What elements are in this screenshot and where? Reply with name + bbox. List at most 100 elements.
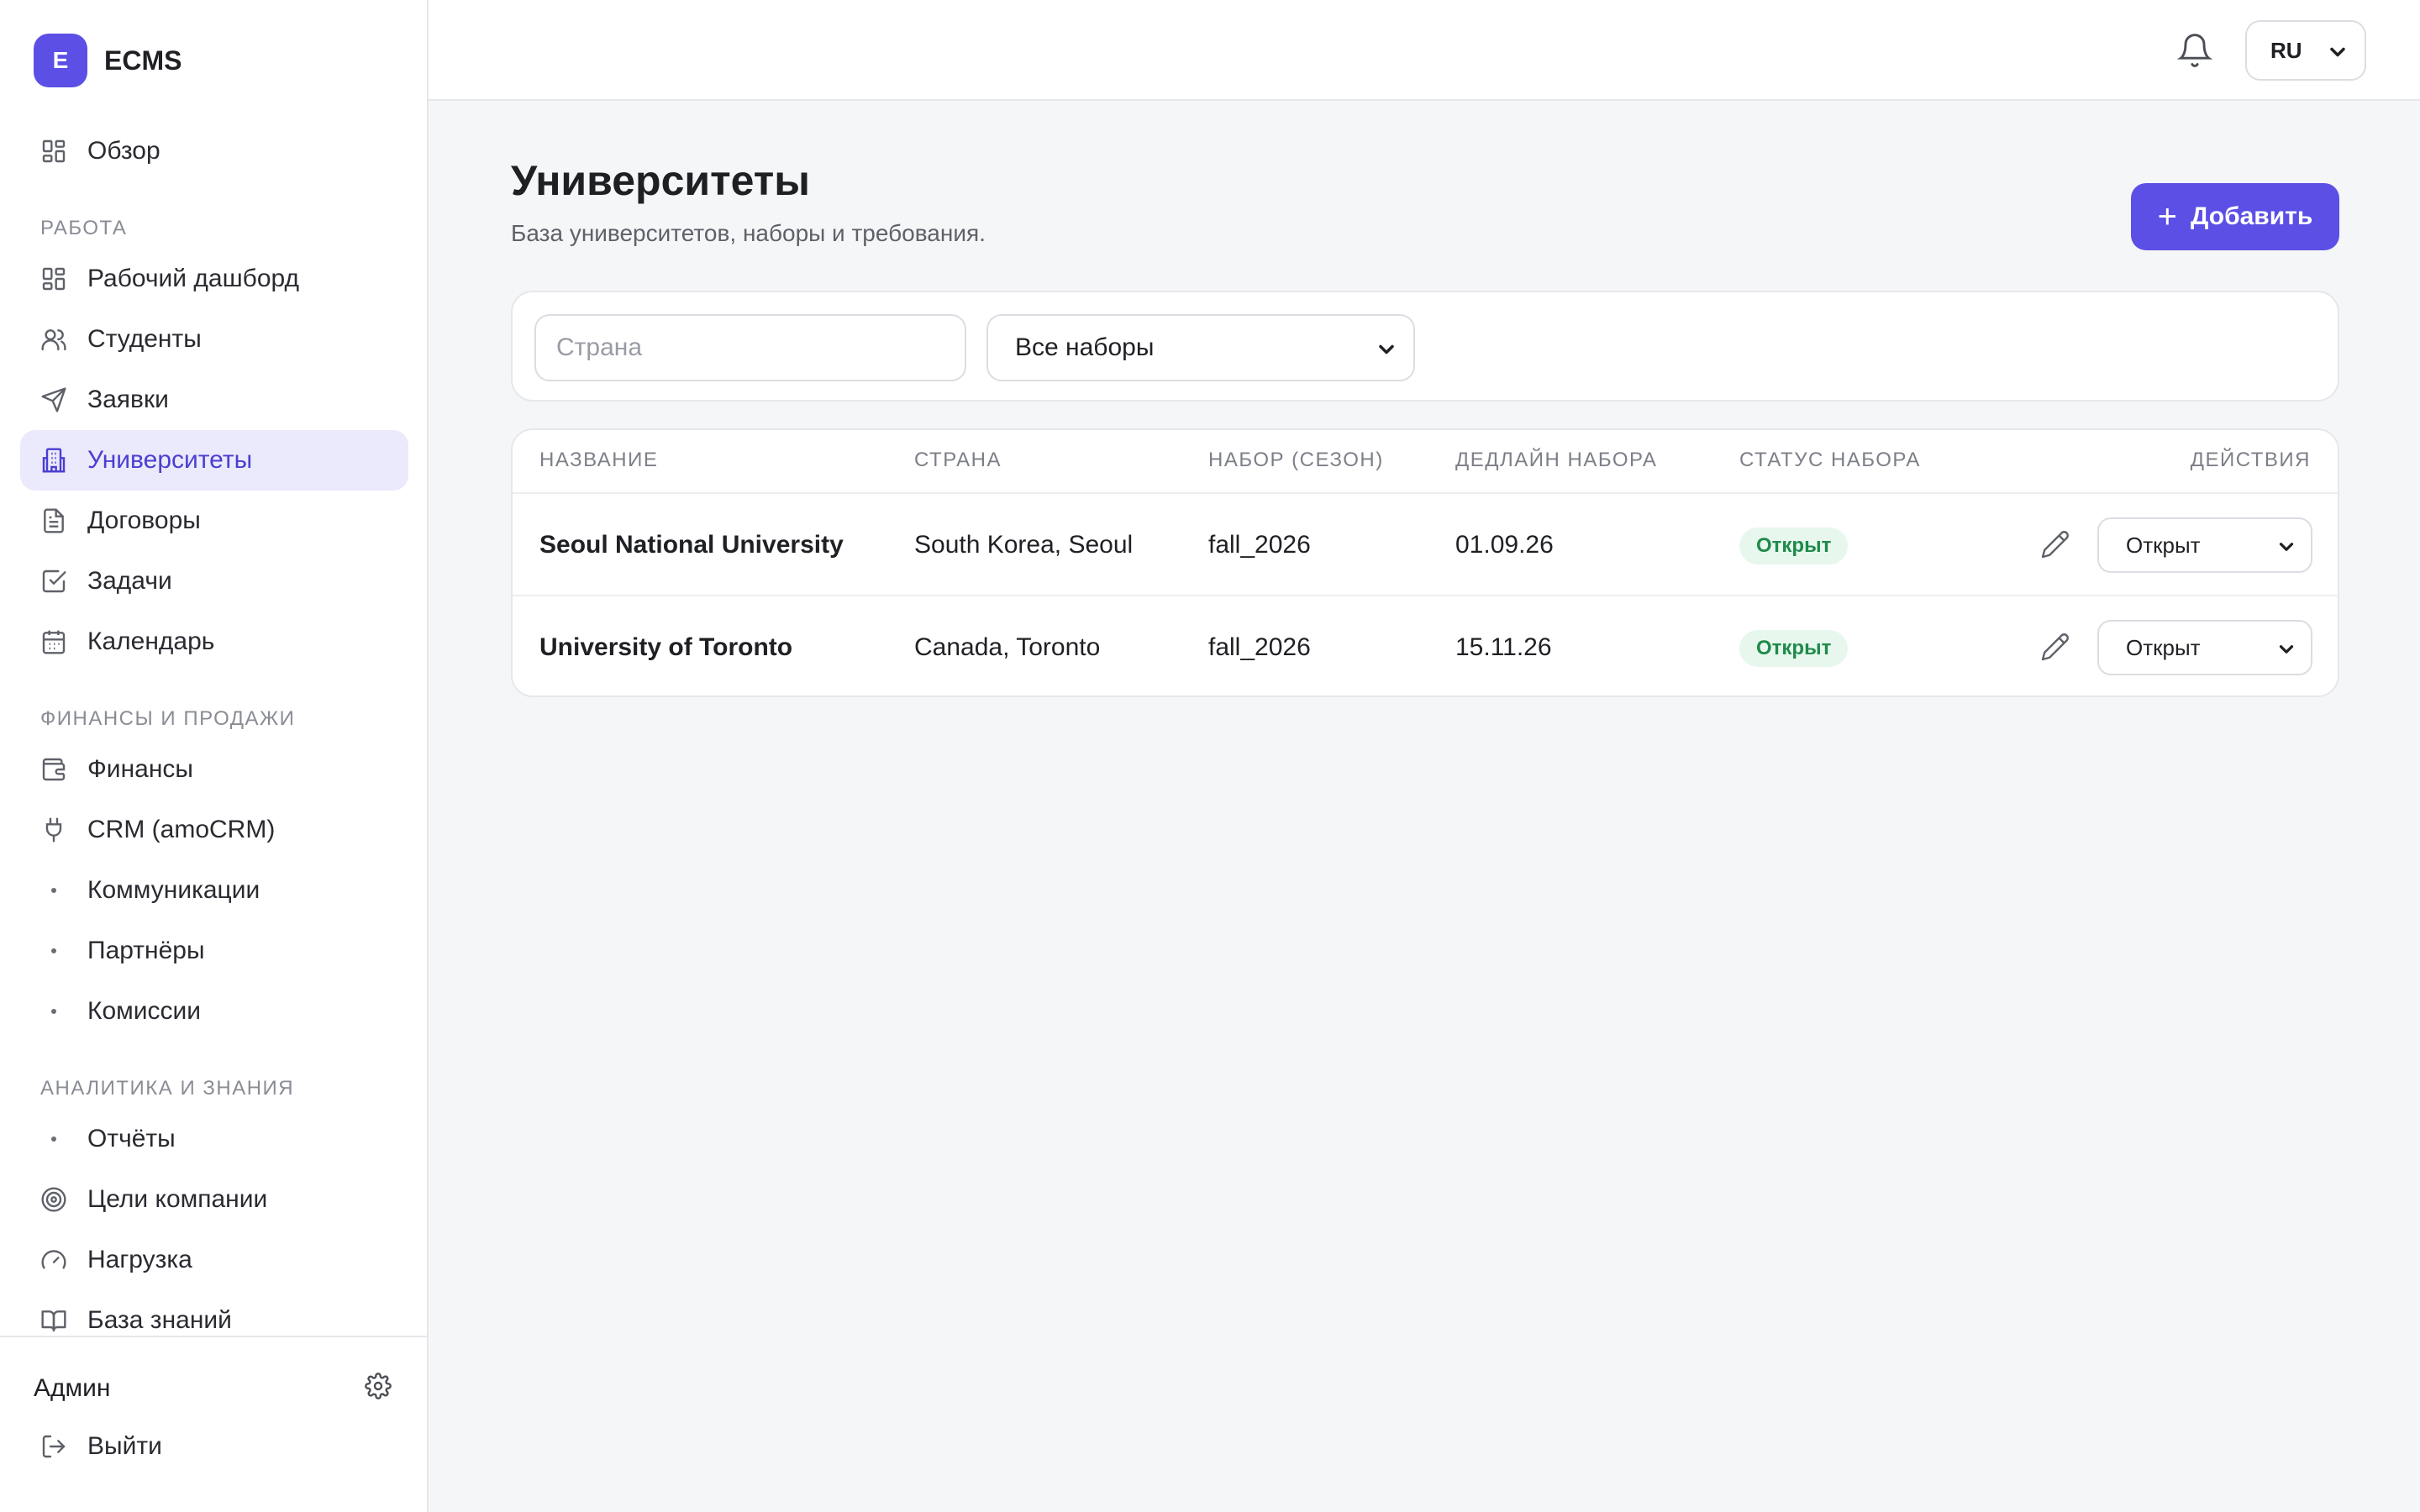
sidebar-item-label: Рабочий дашборд (87, 265, 300, 292)
sidebar-item-calendar[interactable]: Календарь (20, 612, 408, 672)
language-select[interactable]: RU (2245, 20, 2366, 81)
sidebar-item-label: Студенты (87, 325, 202, 353)
plug-icon (40, 816, 67, 843)
filter-bar: Все наборы (511, 291, 2339, 402)
chevron-down-icon (2330, 47, 2345, 57)
country-filter-input[interactable] (534, 314, 966, 381)
table-row[interactable]: Seoul National University South Korea, S… (513, 492, 2338, 595)
column-header-country[interactable]: СТРАНА (914, 449, 1002, 472)
language-value: RU (2270, 37, 2302, 63)
sidebar-item-label: Партнёры (87, 937, 205, 964)
user-name: Админ (34, 1374, 111, 1402)
pencil-icon (2040, 531, 2070, 563)
university-deadline: 01.09.26 (1455, 531, 1554, 559)
target-icon (40, 1186, 67, 1213)
sidebar-item-label: Отчёты (87, 1125, 176, 1152)
logout-icon (40, 1433, 67, 1460)
sidebar-item-workload[interactable]: Нагрузка (20, 1230, 408, 1290)
sidebar-item-tasks[interactable]: Задачи (20, 551, 408, 612)
sidebar-item-commissions[interactable]: Комиссии (20, 981, 408, 1042)
brand[interactable]: E ECMS (34, 34, 182, 87)
add-button-label: Добавить (2191, 202, 2313, 230)
sidebar-item-contracts[interactable]: Договоры (20, 491, 408, 551)
status-select[interactable]: Открыт (2097, 620, 2312, 675)
sidebar-item-label: CRM (amoCRM) (87, 816, 276, 843)
sidebar-item-label: Цели компании (87, 1185, 268, 1213)
sidebar-item-label: Договоры (87, 507, 201, 534)
sidebar-item-label: Задачи (87, 567, 172, 595)
sidebar-item-students[interactable]: Студенты (20, 309, 408, 370)
logout-label: Выйти (87, 1432, 162, 1460)
status-select[interactable]: Открыт (2097, 517, 2312, 573)
sidebar: E ECMS Обзор РАБОТА Рабочий дашборд Студ… (0, 0, 429, 1512)
university-deadline: 15.11.26 (1455, 633, 1552, 661)
status-badge: Открыт (1739, 630, 1849, 667)
grid-icon (40, 265, 67, 292)
sidebar-item-label: Заявки (87, 386, 169, 413)
book-icon (40, 1307, 67, 1334)
calendar-icon (40, 628, 67, 655)
checkbox-icon (40, 568, 67, 595)
notifications-button[interactable] (2176, 32, 2213, 69)
season-filter-select[interactable]: Все наборы (986, 314, 1415, 381)
university-country: Canada, Toronto (914, 633, 1101, 661)
gear-icon (365, 1372, 392, 1404)
sidebar-item-crm[interactable]: CRM (amoCRM) (20, 800, 408, 860)
dot-icon (40, 937, 67, 964)
sidebar-item-reports[interactable]: Отчёты (20, 1109, 408, 1169)
section-title-work: РАБОТА (40, 217, 128, 239)
sidebar-item-label: Обзор (87, 137, 160, 165)
section-title-finance: ФИНАНСЫ И ПРОДАЖИ (40, 707, 296, 730)
sidebar-item-overview[interactable]: Обзор (20, 121, 408, 181)
building-icon (40, 447, 67, 474)
edit-button[interactable] (2040, 529, 2074, 563)
sidebar-item-goals[interactable]: Цели компании (20, 1169, 408, 1230)
column-header-actions: ДЕЙСТВИЯ (2190, 449, 2311, 471)
pencil-icon (2040, 633, 2070, 665)
university-season: fall_2026 (1208, 633, 1311, 661)
university-name: Seoul National University (539, 531, 844, 559)
sidebar-item-label: Календарь (87, 627, 215, 655)
column-header-status[interactable]: СТАТУС НАБОРА (1739, 449, 1921, 472)
universities-table: НАЗВАНИЕ СТРАНА НАБОР (СЕЗОН) ДЕДЛАЙН НА… (511, 428, 2339, 697)
column-header-deadline[interactable]: ДЕДЛАЙН НАБОРА (1455, 449, 1657, 472)
sidebar-item-label: Коммуникации (87, 876, 260, 904)
add-university-button[interactable]: + Добавить (2131, 183, 2339, 250)
sidebar-item-applications[interactable]: Заявки (20, 370, 408, 430)
sidebar-item-communications[interactable]: Коммуникации (20, 860, 408, 921)
sidebar-item-label: Нагрузка (87, 1246, 192, 1273)
sidebar-item-label: База знаний (87, 1306, 232, 1334)
dot-icon (40, 998, 67, 1025)
chevron-down-icon (1379, 344, 1394, 354)
gauge-icon (40, 1247, 67, 1273)
users-icon (40, 326, 67, 353)
sidebar-item-label: Финансы (87, 755, 193, 783)
sidebar-footer: Админ Выйти (0, 1336, 427, 1512)
settings-button[interactable] (361, 1371, 395, 1404)
chevron-down-icon (2279, 645, 2294, 654)
status-select-value: Открыт (2126, 634, 2201, 660)
topbar (429, 0, 2420, 101)
page-title: Университеты (511, 157, 810, 204)
page-subtitle: База университетов, наборы и требования. (511, 220, 986, 246)
grid-icon (40, 138, 67, 165)
status-badge: Открыт (1739, 528, 1849, 564)
sidebar-item-universities[interactable]: Университеты (20, 430, 408, 491)
sidebar-item-partners[interactable]: Партнёры (20, 921, 408, 981)
section-title-analytics: АНАЛИТИКА И ЗНАНИЯ (40, 1077, 295, 1100)
send-icon (40, 386, 67, 413)
sidebar-item-dashboard[interactable]: Рабочий дашборд (20, 249, 408, 309)
bell-icon (2176, 34, 2213, 72)
table-row[interactable]: University of Toronto Canada, Toronto fa… (513, 595, 2338, 696)
edit-button[interactable] (2040, 632, 2074, 665)
document-icon (40, 507, 67, 534)
wallet-icon (40, 756, 67, 783)
chevron-down-icon (2279, 543, 2294, 551)
brand-name: ECMS (104, 45, 182, 76)
logout-button[interactable]: Выйти (20, 1416, 408, 1477)
sidebar-item-finances[interactable]: Финансы (20, 739, 408, 800)
column-header-season[interactable]: НАБОР (СЕЗОН) (1208, 449, 1384, 472)
university-country: South Korea, Seoul (914, 531, 1134, 559)
dot-icon (40, 877, 67, 904)
column-header-name[interactable]: НАЗВАНИЕ (539, 449, 658, 472)
